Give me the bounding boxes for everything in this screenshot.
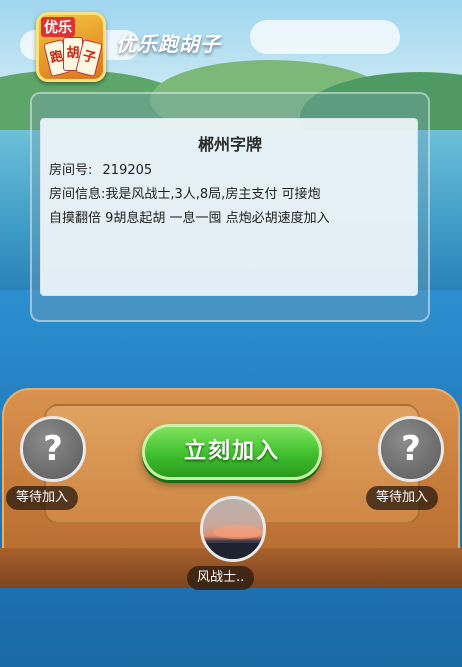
empty-seat-right-label: 等待加入 xyxy=(366,486,439,510)
room-info-line-1: 房间信息:我是风战士,3人,8局,房主支付 可接炮 xyxy=(49,187,321,202)
game-logo: 优乐 跑 胡 子 xyxy=(36,12,106,82)
room-title: 郴州字牌 xyxy=(197,135,262,154)
room-number-label: 房间号: xyxy=(49,163,93,178)
empty-seat-left-avatar[interactable]: ? xyxy=(20,416,86,482)
room-info-line-2: 自摸翻倍 9胡息起胡 一息一囤 点炮必胡速度加入 xyxy=(49,211,330,226)
join-now-button[interactable]: 立刻加入 xyxy=(142,424,322,480)
room-number: 219205 xyxy=(102,163,153,178)
empty-seat-left-label: 等待加入 xyxy=(6,486,79,510)
logo-cards: 跑 胡 子 xyxy=(43,37,103,77)
avatar-sunset xyxy=(213,525,263,539)
room-info-panel: 郴州字牌 房间号: 219205 房间信息:我是风战士,3人,8局,房主支付 可… xyxy=(40,118,418,296)
empty-seat-right-avatar[interactable]: ? xyxy=(378,416,444,482)
brand-title: 优乐跑胡子 xyxy=(116,32,221,56)
cloud xyxy=(250,20,400,54)
room-number-row: 房间号: 219205 xyxy=(49,159,152,178)
host-name-label: 风战士.. xyxy=(187,566,255,590)
logo-badge: 优乐 xyxy=(41,17,75,37)
host-avatar[interactable] xyxy=(200,496,266,562)
